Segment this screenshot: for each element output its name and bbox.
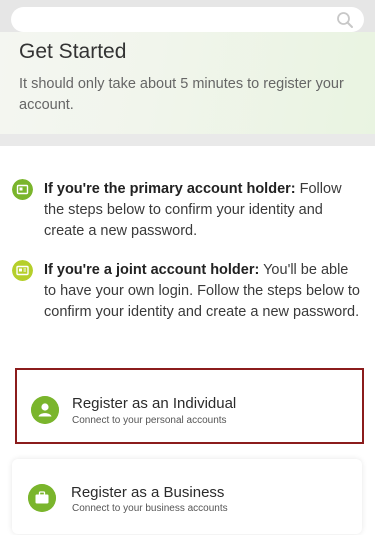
hero-banner: Get Started It should only take about 5 … bbox=[0, 32, 375, 134]
primary-holder-heading: If you're the primary account holder: bbox=[44, 181, 296, 197]
person-icon bbox=[31, 396, 59, 424]
register-business-title: Register as a Business bbox=[71, 484, 225, 501]
register-individual-subtitle: Connect to your personal accounts bbox=[72, 415, 227, 426]
page-title: Get Started bbox=[19, 40, 127, 63]
register-business-subtitle: Connect to your business accounts bbox=[72, 503, 228, 514]
search-input[interactable] bbox=[23, 7, 323, 32]
register-individual-title: Register as an Individual bbox=[72, 395, 237, 412]
register-individual-button[interactable]: Register as an Individual Connect to you… bbox=[15, 368, 364, 444]
search-icon[interactable] bbox=[336, 11, 354, 29]
joint-holder-info: If you're a joint account holder: You'll… bbox=[12, 260, 360, 346]
briefcase-icon bbox=[28, 484, 56, 512]
register-business-button[interactable]: Register as a Business Connect to your b… bbox=[12, 459, 362, 534]
id-card-icon bbox=[12, 260, 33, 281]
primary-holder-text: If you're the primary account holder: Fo… bbox=[44, 179, 362, 242]
primary-holder-info: If you're the primary account holder: Fo… bbox=[12, 179, 357, 243]
joint-holder-heading: If you're a joint account holder: bbox=[44, 262, 260, 278]
id-card-icon bbox=[12, 179, 33, 200]
joint-holder-text: If you're a joint account holder: You'll… bbox=[44, 260, 362, 323]
page-subtitle: It should only take about 5 minutes to r… bbox=[19, 76, 344, 113]
search-box[interactable] bbox=[11, 7, 364, 32]
section-divider bbox=[0, 134, 375, 146]
